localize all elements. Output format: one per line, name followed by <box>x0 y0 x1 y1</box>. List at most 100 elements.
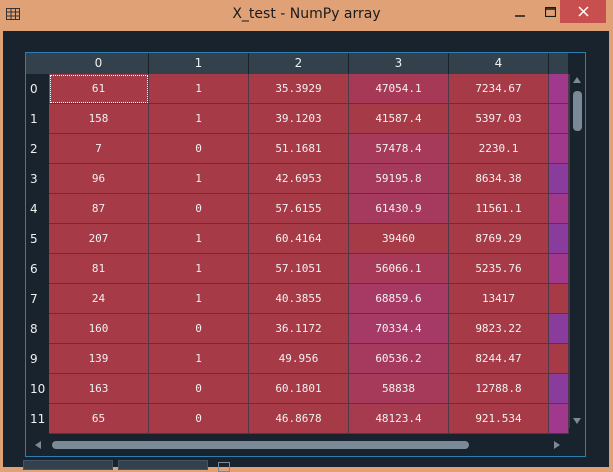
table-cell[interactable]: 60.4164 <box>249 224 349 254</box>
row-header[interactable]: 10 <box>26 374 49 404</box>
row-header[interactable]: 3 <box>26 164 49 194</box>
scroll-left-arrow-icon[interactable] <box>35 441 41 449</box>
minimize-button[interactable] <box>504 0 536 23</box>
array-table[interactable]: 01234 0 1 2 3 4 5 6 7 8 9 10 11 61 1 35.3929 47054.1 72… <box>25 52 586 457</box>
table-cell[interactable]: 0 <box>149 374 249 404</box>
table-cell-partial[interactable] <box>549 74 569 104</box>
table-cell[interactable]: 58838 <box>349 374 449 404</box>
table-cell[interactable]: 207 <box>49 224 149 254</box>
table-cell[interactable]: 49.956 <box>249 344 349 374</box>
table-corner[interactable] <box>26 53 49 74</box>
table-cell[interactable]: 60.1801 <box>249 374 349 404</box>
column-header-partial[interactable] <box>549 53 569 74</box>
table-cell[interactable]: 13417 <box>449 284 549 314</box>
vertical-scrollbar[interactable] <box>569 74 585 428</box>
table-cell[interactable]: 1 <box>149 164 249 194</box>
table-cell[interactable]: 158 <box>49 104 149 134</box>
table-cell[interactable]: 1 <box>149 104 249 134</box>
column-header-0[interactable]: 0 <box>49 53 149 74</box>
table-cell[interactable]: 51.1681 <box>249 134 349 164</box>
table-cell[interactable]: 8769.29 <box>449 224 549 254</box>
table-cell-partial[interactable] <box>549 104 569 134</box>
table-cell[interactable]: 163 <box>49 374 149 404</box>
row-header[interactable]: 6 <box>26 254 49 284</box>
table-cell[interactable]: 0 <box>149 134 249 164</box>
row-header[interactable]: 8 <box>26 314 49 344</box>
table-cell[interactable]: 1 <box>149 74 249 104</box>
table-cell[interactable]: 24 <box>49 284 149 314</box>
vertical-scroll-thumb[interactable] <box>573 91 582 131</box>
table-cell[interactable]: 56066.1 <box>349 254 449 284</box>
table-cell[interactable]: 87 <box>49 194 149 224</box>
scroll-right-arrow-icon[interactable] <box>554 441 560 449</box>
table-cell-partial[interactable] <box>549 194 569 224</box>
table-cell-partial[interactable] <box>549 404 569 434</box>
table-cell[interactable]: 5397.03 <box>449 104 549 134</box>
table-cell[interactable]: 7 <box>49 134 149 164</box>
title-bar[interactable]: X_test - NumPy array <box>0 0 613 31</box>
table-cell[interactable]: 61 <box>49 74 149 104</box>
table-cell-partial[interactable] <box>549 374 569 404</box>
table-cell-partial[interactable] <box>549 224 569 254</box>
column-header-3[interactable]: 3 <box>349 53 449 74</box>
horizontal-scrollbar[interactable] <box>32 439 575 451</box>
table-cell[interactable]: 57478.4 <box>349 134 449 164</box>
table-cell[interactable]: 160 <box>49 314 149 344</box>
table-cell[interactable]: 11561.1 <box>449 194 549 224</box>
table-cell[interactable]: 96 <box>49 164 149 194</box>
bottom-checkbox[interactable] <box>218 462 230 472</box>
table-cell[interactable]: 921.534 <box>449 404 549 434</box>
table-cell[interactable]: 0 <box>149 194 249 224</box>
table-cell[interactable]: 46.8678 <box>249 404 349 434</box>
column-header-4[interactable]: 4 <box>449 53 549 74</box>
table-cell[interactable]: 39460 <box>349 224 449 254</box>
table-cell[interactable]: 59195.8 <box>349 164 449 194</box>
column-header-1[interactable]: 1 <box>149 53 249 74</box>
table-cell[interactable]: 48123.4 <box>349 404 449 434</box>
row-header[interactable]: 4 <box>26 194 49 224</box>
horizontal-scroll-thumb[interactable] <box>52 441 469 449</box>
row-header[interactable]: 5 <box>26 224 49 254</box>
scroll-down-arrow-icon[interactable] <box>573 418 581 424</box>
table-cell[interactable]: 42.6953 <box>249 164 349 194</box>
table-cell[interactable]: 70334.4 <box>349 314 449 344</box>
table-cell[interactable]: 8244.47 <box>449 344 549 374</box>
table-cell[interactable]: 39.1203 <box>249 104 349 134</box>
row-header[interactable]: 2 <box>26 134 49 164</box>
table-cell[interactable]: 1 <box>149 284 249 314</box>
column-header-2[interactable]: 2 <box>249 53 349 74</box>
table-cell[interactable]: 36.1172 <box>249 314 349 344</box>
close-button[interactable] <box>560 0 606 23</box>
table-cell[interactable]: 0 <box>149 404 249 434</box>
table-cell[interactable]: 47054.1 <box>349 74 449 104</box>
table-cell[interactable]: 57.1051 <box>249 254 349 284</box>
table-cell[interactable]: 1 <box>149 254 249 284</box>
table-cell[interactable]: 1 <box>149 224 249 254</box>
table-cell[interactable]: 35.3929 <box>249 74 349 104</box>
table-cell[interactable]: 5235.76 <box>449 254 549 284</box>
row-header[interactable]: 9 <box>26 344 49 374</box>
table-cell[interactable]: 9823.22 <box>449 314 549 344</box>
table-cell[interactable]: 8634.38 <box>449 164 549 194</box>
table-cell[interactable]: 41587.4 <box>349 104 449 134</box>
row-header[interactable]: 0 <box>26 74 49 104</box>
table-cell-partial[interactable] <box>549 164 569 194</box>
table-cell-partial[interactable] <box>549 254 569 284</box>
table-cell[interactable]: 1 <box>149 344 249 374</box>
bottom-button-1[interactable] <box>23 460 113 470</box>
table-cell[interactable]: 139 <box>49 344 149 374</box>
row-header[interactable]: 11 <box>26 404 49 434</box>
bottom-button-2[interactable] <box>118 460 208 470</box>
table-cell[interactable]: 40.3855 <box>249 284 349 314</box>
table-cell[interactable]: 60536.2 <box>349 344 449 374</box>
table-cell[interactable]: 0 <box>149 314 249 344</box>
row-header[interactable]: 7 <box>26 284 49 314</box>
table-cell-partial[interactable] <box>549 284 569 314</box>
row-header[interactable]: 1 <box>26 104 49 134</box>
table-cell[interactable]: 12788.8 <box>449 374 549 404</box>
table-cell-partial[interactable] <box>549 314 569 344</box>
table-cell[interactable]: 65 <box>49 404 149 434</box>
scroll-up-arrow-icon[interactable] <box>573 77 581 83</box>
table-cell[interactable]: 81 <box>49 254 149 284</box>
table-cell[interactable]: 2230.1 <box>449 134 549 164</box>
